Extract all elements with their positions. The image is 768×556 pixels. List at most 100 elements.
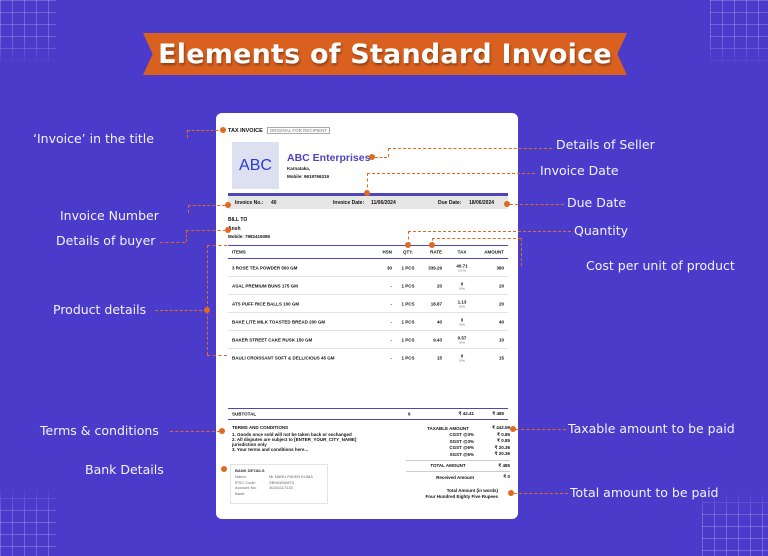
- label-terms: Terms & conditions: [40, 423, 159, 438]
- item-tax: 0 (0%): [450, 281, 474, 290]
- connector-dot: [219, 428, 225, 434]
- company-logo: ABC: [232, 142, 279, 189]
- invoice-date-label: Invoice Date:: [333, 199, 365, 206]
- invoice-date-value: 11/06/2024: [371, 199, 396, 206]
- tax-label: CGST @3%: [449, 432, 474, 438]
- item-qty: 1 PCS: [401, 301, 415, 306]
- tax-value: ₹ 20.36: [494, 444, 510, 450]
- total-amount-value: ₹ 485: [498, 462, 510, 468]
- item-hsn: -: [390, 355, 393, 361]
- connector-dot: [364, 190, 370, 196]
- item-name: ATS PUFF RICE BALLS 100 GM: [232, 301, 300, 306]
- table-row: BAKER STREET CAKE RUSK 150 GM - 1 PCS 9.43 1…: [228, 331, 508, 349]
- item-tax-percent: (12%): [457, 268, 466, 272]
- tax-value: ₹ 0.85: [497, 438, 510, 444]
- connector-dot: [221, 466, 227, 472]
- item-amount: 380: [496, 265, 504, 270]
- terms-line: 3. Your terms and conditions here...: [232, 447, 309, 452]
- col-tax: TAX: [457, 249, 467, 255]
- item-qty: 1 PCS: [401, 319, 415, 324]
- connector-dot: [508, 490, 514, 496]
- subtotal-qty: 6: [408, 411, 411, 417]
- item-name: 3 ROSE TEA POWDER 500 GM: [232, 265, 298, 270]
- col-hsn: HSN: [382, 249, 392, 255]
- item-rate: 339.29: [428, 265, 442, 270]
- due-date-value: 18/06/2024: [469, 199, 495, 206]
- terms-section: TERMS AND CONDITIONS 1. Goods once sold …: [232, 425, 372, 452]
- table-row: BAKE LITE MILK TOASTED BREAD 200 GM - 1 PC…: [228, 313, 508, 331]
- label-bank-details: Bank Details: [85, 462, 164, 477]
- amount-words-value: Four Hundred Eighty Five Rupees: [425, 493, 498, 499]
- subtotal-row: SUBTOTAL 6 ₹ 42.41 ₹ 485: [228, 408, 508, 420]
- connector-line: [186, 230, 187, 242]
- label-buyer-details: Details of buyer: [56, 233, 156, 248]
- connector-line: [170, 431, 220, 432]
- subtotal-label: SUBTOTAL: [232, 411, 257, 417]
- totals-divider: [406, 471, 510, 472]
- items-table: ITEMS HSN QTY. RATE TAX AMOUNT 3 ROSE TE…: [228, 245, 508, 367]
- label-unit-cost: Cost per unit of product: [586, 258, 735, 273]
- table-row: BAULI CROISSANT SOFT & DELLICIOUS 45 GM -…: [228, 349, 508, 367]
- item-hsn: -: [390, 319, 393, 324]
- taxable-amount-label: TAXABLE AMOUNT: [427, 425, 469, 431]
- item-tax-percent: (0%): [458, 322, 466, 326]
- items-header: ITEMS HSN QTY. RATE TAX AMOUNT: [228, 245, 508, 259]
- original-badge: ORIGINAL FOR RECIPIENT: [266, 127, 331, 134]
- invoice-title: TAX INVOICE: [228, 127, 263, 134]
- item-tax: 0 (0%): [450, 317, 474, 326]
- tax-row: CGST @3% ₹ 0.85: [406, 432, 510, 439]
- item-qty: 1 PCS: [401, 337, 415, 342]
- item-hsn: -: [390, 337, 393, 342]
- connector-line: [207, 245, 208, 355]
- item-name: BAULI CROISSANT SOFT & DELLICIOUS 45 GM: [232, 355, 335, 361]
- received-label: Received Amount: [436, 474, 474, 480]
- label-quantity: Quantity: [574, 223, 629, 238]
- received-value: ₹ 0: [503, 474, 510, 480]
- label-total-amount: Total amount to be paid: [570, 485, 719, 500]
- tax-label: SGST @3%: [449, 438, 474, 444]
- label-invoice-date: Invoice Date: [540, 163, 619, 178]
- label-invoice-title: ‘Invoice’ in the title: [33, 131, 154, 146]
- taxable-amount-value: ₹ 442.59: [492, 425, 510, 431]
- label-taxable-amount: Taxable amount to be paid: [568, 421, 735, 436]
- item-tax-percent: (6%): [458, 304, 466, 308]
- label-product-details: Product details: [53, 302, 147, 317]
- connector-dot: [504, 201, 510, 207]
- item-rate: 18.87: [430, 301, 442, 306]
- seller-address: Karnataka,: [287, 166, 311, 171]
- tax-row: SGST @6% ₹ 20.36: [406, 451, 510, 458]
- item-tax-percent: (0%): [458, 286, 466, 290]
- connector-dot: [369, 154, 375, 160]
- connector-line: [510, 204, 564, 205]
- item-tax-percent: (6%): [458, 340, 466, 344]
- subtotal-amount: ₹ 485: [492, 411, 504, 416]
- connector-dot: [510, 426, 516, 432]
- taxable-amount-row: TAXABLE AMOUNT ₹ 442.59: [406, 425, 510, 432]
- connector-line: [188, 205, 189, 213]
- col-rate: RATE: [430, 249, 442, 255]
- item-amount: 40: [498, 319, 504, 324]
- received-row: Received Amount ₹ 0: [406, 474, 510, 481]
- item-rate: 40: [436, 319, 442, 324]
- grid-decoration-top-right: [710, 0, 768, 66]
- buyer-mobile: Mobile: 7982415086: [228, 234, 271, 239]
- tax-row: CGST @6% ₹ 20.36: [406, 445, 510, 452]
- item-tax: 40.71 (12%): [450, 263, 474, 272]
- item-amount: 20: [498, 283, 504, 288]
- item-hsn: -: [390, 301, 393, 306]
- item-rate: 20: [436, 283, 442, 288]
- item-qty: 1 PCS: [401, 283, 415, 288]
- col-items: ITEMS: [232, 249, 246, 255]
- totals-section: TAXABLE AMOUNT ₹ 442.59 CGST @3% ₹ 0.85 S…: [406, 425, 510, 500]
- invoice-document: TAX INVOICE ORIGINAL FOR RECIPIENT ABC A…: [216, 113, 518, 519]
- table-row: ASAL PREMIUM BUNS 175 GM - 1 PCS 20 20 0 (0%): [228, 277, 508, 295]
- item-qty: 1 PCS: [401, 265, 415, 270]
- item-amount: 10: [498, 337, 504, 342]
- item-amount: 20: [498, 301, 504, 306]
- grid-decoration-bottom-left: [0, 486, 56, 556]
- totals-divider: [406, 459, 510, 461]
- item-tax: 1.13 (6%): [450, 299, 474, 308]
- item-qty: 1 PCS: [401, 355, 415, 361]
- item-rate: 9.43: [433, 337, 442, 342]
- connector-line: [155, 310, 207, 311]
